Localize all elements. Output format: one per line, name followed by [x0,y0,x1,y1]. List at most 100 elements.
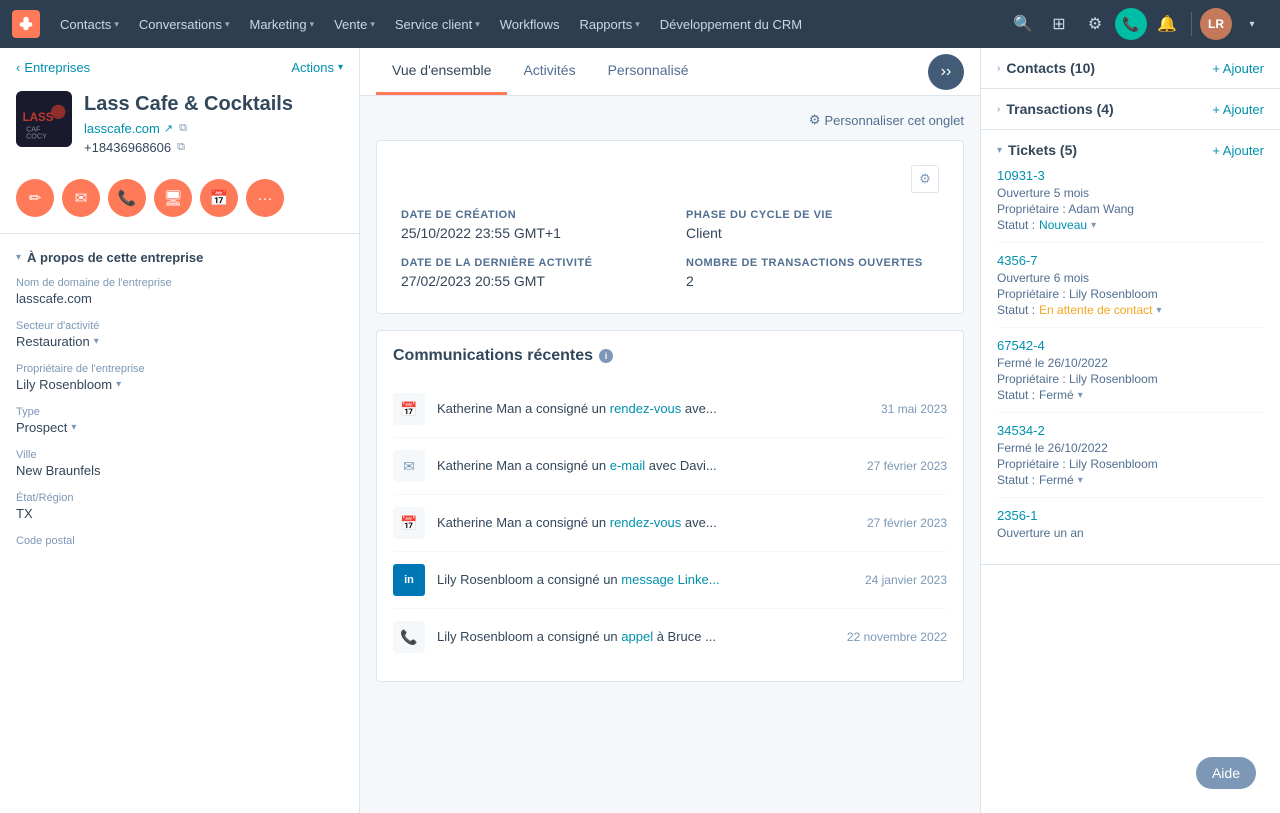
copy-website-icon[interactable]: ⧉ [179,122,187,135]
comm-link-0[interactable]: rendez-vous [610,401,682,416]
settings-icon[interactable]: ⚙ [1079,8,1111,40]
back-to-entreprises[interactable]: ‹ Entreprises [16,60,90,75]
ticket-owner-1: Propriétaire : Lily Rosenbloom [997,287,1264,301]
secteur-dropdown-icon[interactable]: ▾ [94,336,99,347]
field-domain-value: lasscafe.com [16,291,343,306]
personalize-bar[interactable]: ⚙ Personnaliser cet onglet [376,112,964,128]
company-logo: LASS CAF COCY [16,91,72,147]
field-domain: Nom de domaine de l'entreprise lasscafe.… [16,277,343,306]
comm-link-2[interactable]: rendez-vous [610,515,682,530]
field-proprietaire-value-area: Lily Rosenbloom ▾ [16,377,343,392]
meeting-button[interactable]: 📅 [200,179,238,217]
tab-personnalise[interactable]: Personnalisé [592,48,705,95]
ticket-status-dropdown-2[interactable]: ▾ [1078,390,1083,401]
company-website[interactable]: lasscafe.com ↗ ⧉ [84,121,293,136]
ticket-status-badge-1: En attente de contact [1039,303,1152,317]
comm-item-4: 📞 Lily Rosenbloom a consigné un appel à … [393,609,947,665]
ticket-status-dropdown-3[interactable]: ▾ [1078,475,1083,486]
ticket-id-2[interactable]: 67542-4 [997,338,1264,353]
notifications-icon[interactable]: 🔔 [1151,8,1183,40]
account-chevron-icon[interactable]: ▾ [1236,8,1268,40]
ticket-id-3[interactable]: 34534-2 [997,423,1264,438]
ticket-id-0[interactable]: 10931-3 [997,168,1264,183]
field-code-postal: Code postal [16,535,343,547]
field-etat-label: État/Région [16,492,343,504]
user-avatar[interactable]: LR [1200,8,1232,40]
field-phase: PHASE DU CYCLE DE VIE Client [686,209,939,241]
company-info: LASS CAF COCY Lass Cafe & Cocktails lass… [0,83,359,171]
nav-rapports[interactable]: Rapports ▾ [571,13,647,36]
comm-item-3: in Lily Rosenbloom a consigné un message… [393,552,947,609]
transactions-section-header[interactable]: › Transactions (4) + Ajouter [997,101,1264,117]
phase-label: PHASE DU CYCLE DE VIE [686,209,939,221]
task-button[interactable]: 🖥 [154,179,192,217]
nav-conversations[interactable]: Conversations ▾ [131,13,238,36]
marketplace-icon[interactable]: ⊞ [1043,8,1075,40]
transactions-expand-icon: › [997,104,1000,115]
nav-marketing[interactable]: Marketing ▾ [241,13,322,36]
field-secteur-value-area: Restauration ▾ [16,334,343,349]
ticket-status-dropdown-0[interactable]: ▾ [1091,220,1096,231]
more-button[interactable]: ··· [246,179,284,217]
nav-dev-crm[interactable]: Développement du CRM [652,13,810,36]
ticket-item-4: 2356-1 Ouverture un an [997,498,1264,552]
help-button[interactable]: Aide [1196,757,1256,789]
transactions-add-button[interactable]: + Ajouter [1212,102,1264,117]
nav-workflows[interactable]: Workflows [492,13,568,36]
nav-service-client[interactable]: Service client ▾ [387,13,488,36]
comm-call-icon-4: 📞 [393,621,425,653]
copy-phone-icon[interactable]: ⧉ [177,141,185,154]
comm-link-3[interactable]: message Linke... [621,572,719,587]
hubspot-logo[interactable] [12,10,40,38]
communications-card: Communications récentes i 📅 Katherine Ma… [376,330,964,682]
ticket-meta-2: Fermé le 26/10/2022 [997,356,1264,370]
right-section-transactions: › Transactions (4) + Ajouter [981,89,1280,130]
contacts-section-title: Contacts (10) [1006,60,1095,76]
ticket-status-0: Statut : Nouveau ▾ [997,218,1264,232]
info-card-settings-button[interactable]: ⚙ [911,165,939,193]
top-navigation: Contacts ▾ Conversations ▾ Marketing ▾ V… [0,0,1280,48]
ticket-meta-3: Fermé le 26/10/2022 [997,441,1264,455]
ticket-status-badge-2: Fermé [1039,388,1074,402]
comm-text-0: Katherine Man a consigné un rendez-vous … [437,400,869,418]
tab-activites[interactable]: Activités [507,48,591,95]
search-icon[interactable]: 🔍 [1007,8,1039,40]
contacts-section-header[interactable]: › Contacts (10) + Ajouter [997,60,1264,76]
proprietaire-dropdown-icon[interactable]: ▾ [116,379,121,390]
right-section-tickets: ▾ Tickets (5) + Ajouter 10931-3 Ouvertur… [981,130,1280,565]
svg-text:COCY: COCY [26,133,47,141]
call-button[interactable]: 📞 [108,179,146,217]
ticket-status-dropdown-1[interactable]: ▾ [1156,305,1161,316]
about-section-header[interactable]: ▾ À propos de cette entreprise [16,250,343,265]
comm-link-1[interactable]: e-mail [610,458,645,473]
tabs-next-button[interactable]: ›› [928,54,964,90]
email-button[interactable]: ✉ [62,179,100,217]
tab-vue-ensemble[interactable]: Vue d'ensemble [376,48,507,95]
comm-date-1: 27 février 2023 [867,459,947,473]
note-button[interactable]: ✏ [16,179,54,217]
communications-info-icon[interactable]: i [599,349,613,363]
ticket-id-1[interactable]: 4356-7 [997,253,1264,268]
comm-text-3: Lily Rosenbloom a consigné un message Li… [437,571,853,589]
comm-meeting-icon-0: 📅 [393,393,425,425]
company-details: Lass Cafe & Cocktails lasscafe.com ↗ ⧉ +… [84,91,293,155]
phone-icon[interactable]: 📞 [1115,8,1147,40]
settings-gear-icon: ⚙ [809,112,821,128]
comm-email-icon-1: ✉ [393,450,425,482]
date-creation-value: 25/10/2022 23:55 GMT+1 [401,225,654,241]
nav-vente[interactable]: Vente ▾ [326,13,383,36]
tickets-section-header[interactable]: ▾ Tickets (5) + Ajouter [997,142,1264,158]
comm-item-2: 📅 Katherine Man a consigné un rendez-vou… [393,495,947,552]
field-proprietaire-value: Lily Rosenbloom [16,377,112,392]
ticket-id-4[interactable]: 2356-1 [997,508,1264,523]
comm-text-1: Katherine Man a consigné un e-mail avec … [437,457,855,475]
action-buttons-bar: ✏ ✉ 📞 🖥 📅 ··· [0,171,359,233]
comm-linkedin-icon-3: in [393,564,425,596]
tickets-add-button[interactable]: + Ajouter [1212,143,1264,158]
field-proprietaire: Propriétaire de l'entreprise Lily Rosenb… [16,363,343,392]
nav-contacts[interactable]: Contacts ▾ [52,13,127,36]
type-dropdown-icon[interactable]: ▾ [71,422,76,433]
comm-link-4[interactable]: appel [621,629,653,644]
contacts-add-button[interactable]: + Ajouter [1212,61,1264,76]
actions-button[interactable]: Actions ▾ [291,60,343,75]
